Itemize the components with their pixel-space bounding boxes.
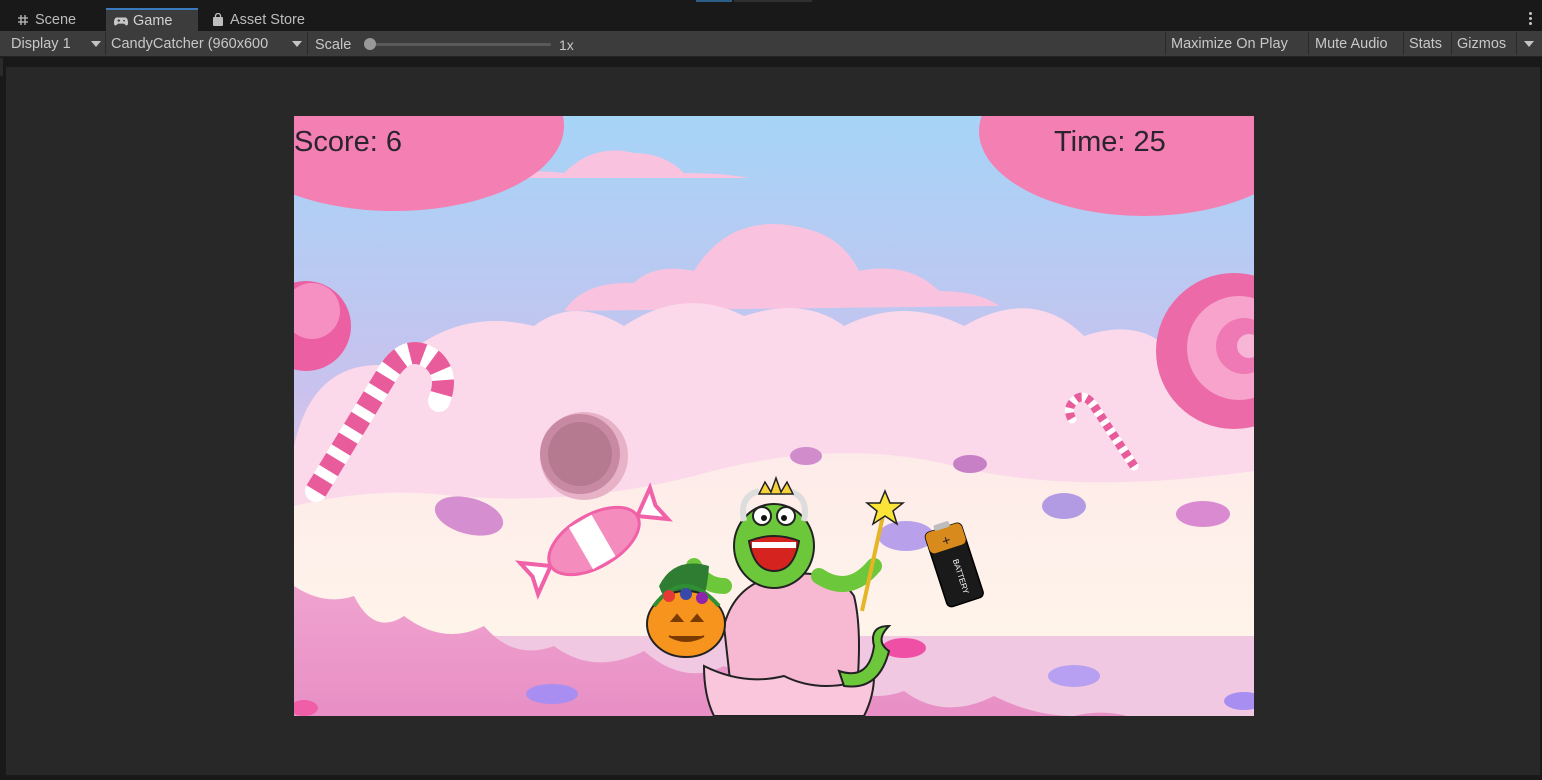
unity-editor-window: Scene Game Asset Store Display 1 CandyCa… [0, 0, 1542, 780]
tab-scene-label: Scene [35, 11, 77, 28]
game-viewport[interactable]: + BATTERY Score: 6 Time: 25 [294, 116, 1254, 716]
mute-audio-toggle[interactable]: Mute Audio [1315, 31, 1388, 56]
scale-value: 1x [559, 36, 574, 53]
toolbar-divider [1165, 32, 1166, 55]
drag-handle[interactable] [696, 0, 732, 2]
cookie [540, 412, 628, 500]
scale-label: Scale [315, 36, 352, 53]
more-options-icon[interactable] [1529, 12, 1533, 26]
toolbar-divider [1516, 32, 1517, 55]
left-edge-marker [0, 58, 3, 76]
candy-land-background: + BATTERY [294, 116, 1254, 716]
tab-asset-store[interactable]: Asset Store [203, 8, 323, 31]
tab-scene[interactable]: Scene [8, 8, 104, 31]
gamepad-icon [114, 14, 128, 28]
gizmos-dropdown[interactable] [1518, 31, 1540, 56]
tab-bar: Scene Game Asset Store [0, 8, 1542, 31]
resolution-dropdown-label: CandyCatcher (960x600 [111, 35, 269, 52]
stats-toggle[interactable]: Stats [1409, 31, 1442, 56]
gizmos-toggle[interactable]: Gizmos [1457, 31, 1506, 56]
toolbar-divider [1308, 32, 1309, 55]
toolbar-divider [1403, 32, 1404, 55]
score-label: Score: 6 [294, 126, 402, 158]
chevron-down-icon [1524, 41, 1534, 47]
scale-slider-thumb[interactable] [364, 38, 376, 50]
tab-game[interactable]: Game [106, 8, 198, 31]
tab-asset-store-label: Asset Store [230, 11, 305, 28]
toolbar-divider [307, 32, 308, 55]
grid-icon [16, 13, 30, 27]
toolbar-divider [105, 32, 106, 55]
toolbar-divider [1451, 32, 1452, 55]
maximize-on-play-toggle[interactable]: Maximize On Play [1171, 31, 1288, 56]
top-strip [0, 0, 1542, 8]
time-label: Time: 25 [1054, 126, 1166, 158]
chevron-down-icon [292, 41, 302, 47]
shopping-bag-icon [211, 13, 225, 27]
chevron-down-icon [91, 41, 101, 47]
tab-game-label: Game [133, 12, 173, 29]
resolution-dropdown[interactable]: CandyCatcher (960x600 [111, 31, 307, 56]
display-dropdown[interactable]: Display 1 [11, 31, 105, 56]
scale-slider-track[interactable] [368, 43, 551, 46]
drag-handle-secondary[interactable] [734, 0, 812, 2]
display-dropdown-label: Display 1 [11, 35, 71, 52]
